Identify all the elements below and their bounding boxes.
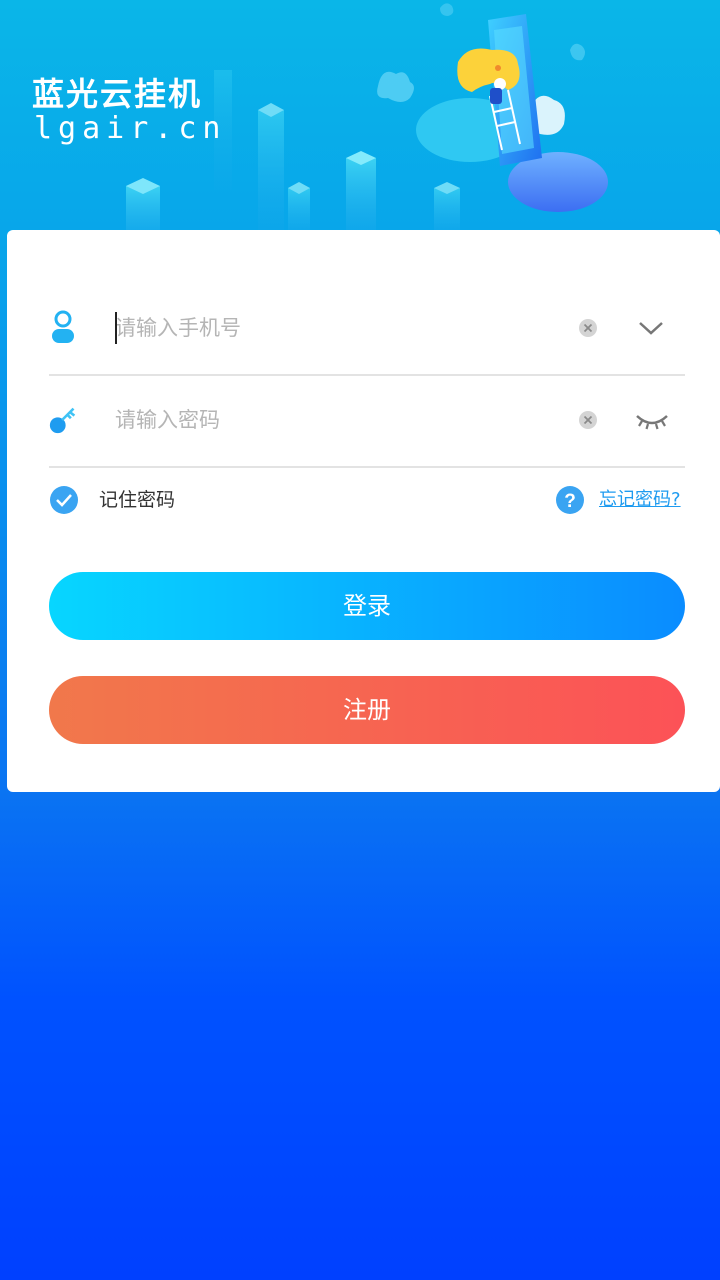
password-field [49,374,685,468]
clear-icon[interactable] [578,318,598,338]
brand-name: 蓝光云挂机 [32,75,203,113]
eye-closed-icon[interactable] [634,404,670,434]
remember-label: 记住密码 [99,489,176,511]
phone-field [49,282,685,376]
header-banner: 蓝光云挂机 lgair.cn [0,0,720,232]
login-card: 记住密码 ? 忘记密码? 登录 注册 [7,230,720,792]
svg-text:?: ? [564,491,576,512]
brand-domain: lgair.cn [34,111,227,146]
remember-row: 记住密码 ? 忘记密码? [49,482,689,518]
text-caret [115,312,117,344]
question-icon[interactable]: ? [555,485,585,515]
remember-checkbox[interactable] [49,485,79,515]
clear-icon[interactable] [578,410,598,430]
phone-input[interactable] [115,308,545,348]
forgot-password-link[interactable]: 忘记密码? [599,486,681,514]
register-button[interactable]: 注册 [49,676,685,744]
password-input[interactable] [115,400,545,440]
login-button[interactable]: 登录 [49,572,685,640]
key-icon [49,407,76,434]
chevron-down-icon[interactable] [637,314,665,342]
user-icon [52,310,74,343]
